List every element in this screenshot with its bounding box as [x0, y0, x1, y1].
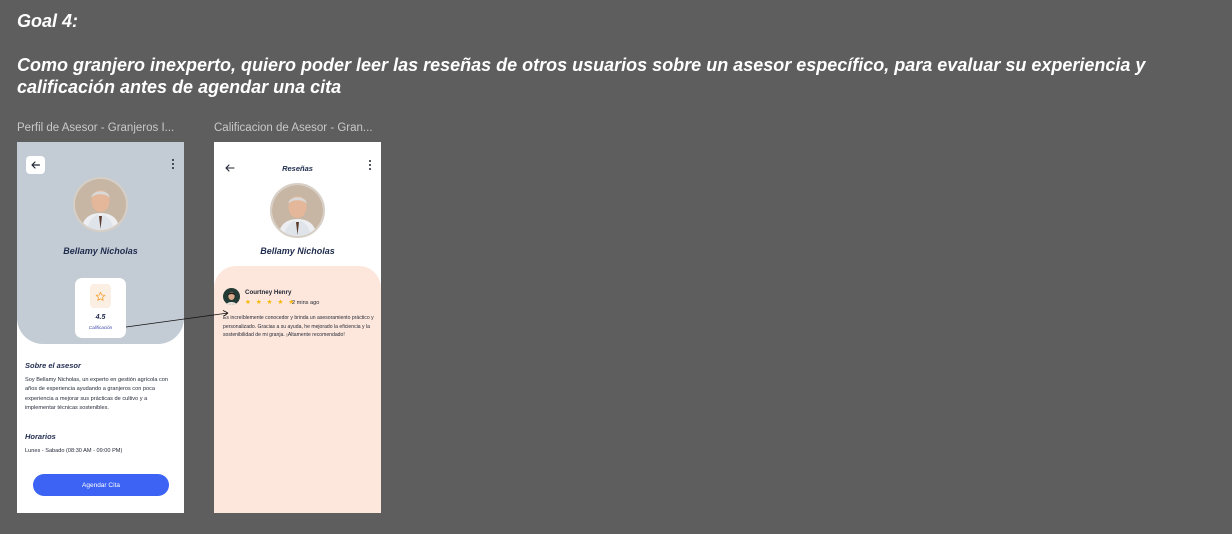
- rating-label: Calificación: [88, 325, 113, 330]
- advisor-name: Bellamy Nicholas: [63, 246, 138, 256]
- schedule-text: Lunes - Sabado (08:30 AM - 09:00 PM): [25, 448, 123, 454]
- frame-label-advisor-profile[interactable]: Perfil de Asesor - Granjeros I...: [17, 122, 174, 134]
- star-outline-icon: [95, 291, 106, 301]
- about-title: Sobre el asesor: [25, 361, 81, 370]
- reviewer-avatar: [223, 288, 240, 305]
- advisor-profile-screen: Bellamy Nicholas 4.5 Calificación Sobre …: [17, 142, 184, 513]
- reviewer-name: Courtney Henry: [245, 289, 292, 296]
- rating-icon-box: [90, 284, 111, 308]
- advisor-portrait-image: [272, 185, 323, 236]
- arrow-left-icon: [31, 161, 40, 169]
- rating-card[interactable]: 4.5 Calificación: [75, 278, 126, 338]
- advisor-portrait-image: [75, 179, 126, 230]
- screen-title: Reseñas: [282, 164, 313, 173]
- schedule-title: Horarios: [25, 432, 56, 441]
- frame-label-advisor-reviews[interactable]: Calificacion de Asesor - Gran...: [214, 122, 373, 134]
- review-time: 2 mins ago: [292, 300, 320, 306]
- review-stars: ★ ★ ★ ★ ★: [245, 299, 296, 306]
- advisor-reviews-screen: Reseñas Bellamy Nicholas Courtney Henry …: [214, 142, 381, 513]
- rating-value: 4.5: [95, 314, 106, 321]
- book-appointment-button[interactable]: Agendar Cita: [33, 474, 169, 496]
- about-text: Soy Bellamy Nicholas, un experto en gest…: [25, 377, 169, 411]
- reviewer-portrait-image: [223, 288, 240, 305]
- review-text: Es increíblemente conocedor y brinda un …: [223, 315, 374, 339]
- advisor-avatar: [73, 177, 128, 232]
- goal-title: Goal 4:: [17, 11, 79, 31]
- more-options-button[interactable]: [366, 158, 374, 172]
- more-options-button[interactable]: [169, 157, 177, 171]
- advisor-avatar: [270, 183, 325, 238]
- advisor-name: Bellamy Nicholas: [260, 246, 335, 256]
- goal-description: Como granjero inexperto, quiero poder le…: [17, 55, 1146, 97]
- back-button[interactable]: [26, 156, 45, 174]
